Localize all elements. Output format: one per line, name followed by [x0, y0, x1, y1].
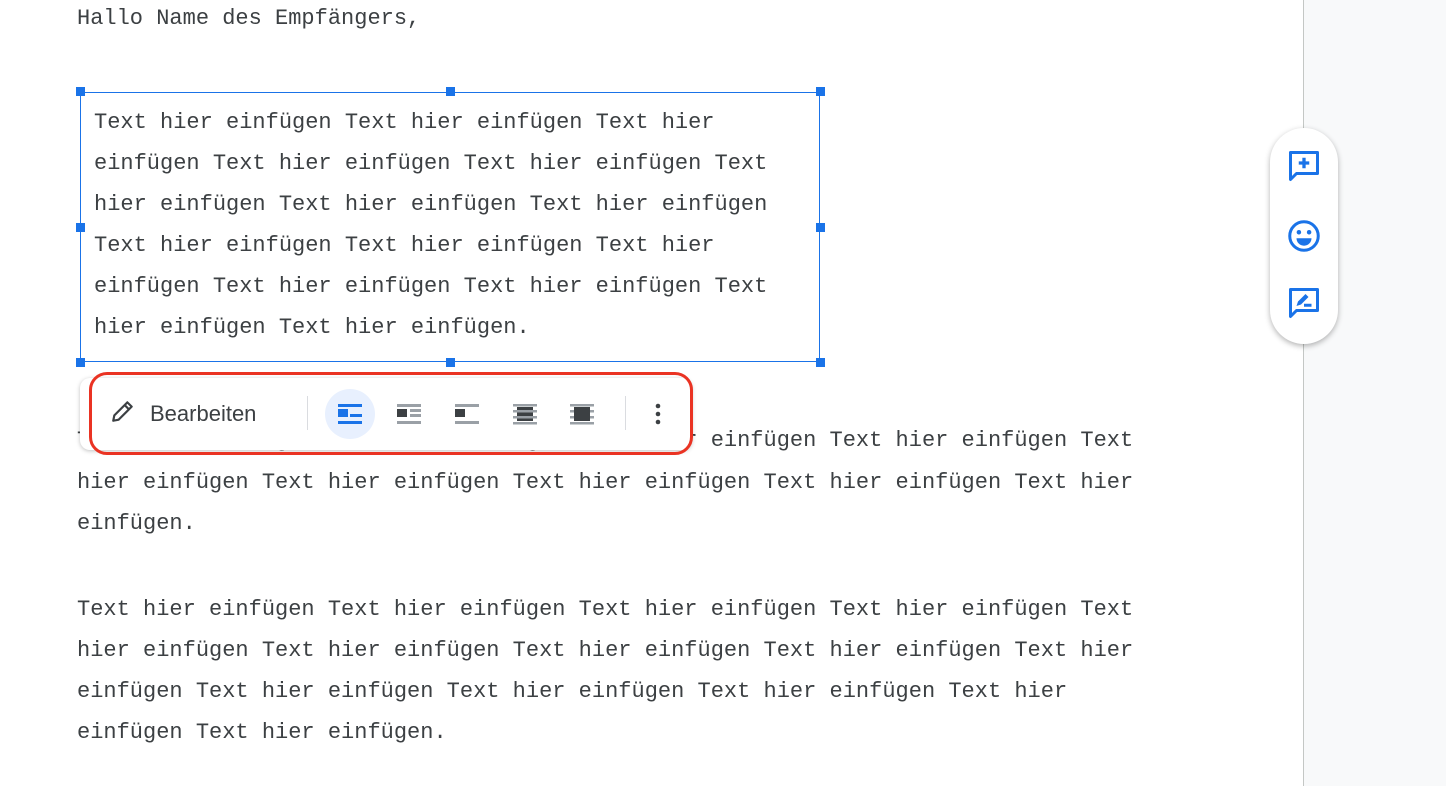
image-text-line: Text hier einfügen Text hier einfügen Te… [94, 233, 715, 258]
paragraph-line: einfügen Text hier einfügen. [77, 720, 447, 745]
suggest-edits-icon [1289, 288, 1319, 318]
image-text-line: Text hier einfügen Text hier einfügen Te… [94, 110, 715, 135]
image-text-line: einfügen Text hier einfügen Text hier ei… [94, 274, 768, 299]
paragraph-line: hier einfügen Text hier einfügen Text hi… [77, 638, 1134, 663]
resize-handle[interactable] [816, 358, 825, 367]
image-text-line: hier einfügen Text hier einfügen Text hi… [94, 192, 768, 217]
resize-handle[interactable] [76, 87, 85, 96]
greeting-line: Hallo Name des Empfängers, [77, 6, 421, 31]
emoji-reaction-icon [1288, 220, 1320, 252]
add-reaction-button[interactable] [1284, 216, 1324, 256]
resize-handle[interactable] [76, 358, 85, 367]
resize-handle[interactable] [816, 87, 825, 96]
paragraph-line: einfügen Text hier einfügen Text hier ei… [77, 679, 1068, 704]
highlight-annotation [89, 372, 693, 455]
resize-handle[interactable] [446, 87, 455, 96]
resize-handle[interactable] [446, 358, 455, 367]
paragraph-line: einfügen. [77, 511, 196, 536]
side-actions-bar [1270, 128, 1338, 344]
resize-handle[interactable] [816, 223, 825, 232]
paragraph-line: hier einfügen Text hier einfügen Text hi… [77, 470, 1134, 495]
image-text-line: hier einfügen Text hier einfügen. [94, 315, 530, 340]
right-margin-panel [1303, 0, 1446, 786]
add-comment-button[interactable] [1284, 146, 1324, 186]
add-comment-icon [1289, 151, 1319, 181]
image-text-line: einfügen Text hier einfügen Text hier ei… [94, 151, 768, 176]
selected-image[interactable]: Text hier einfügen Text hier einfügen Te… [80, 92, 820, 362]
paragraph-line: Text hier einfügen Text hier einfügen Te… [77, 597, 1134, 622]
document-page[interactable]: Hallo Name des Empfängers, Text hier ein… [0, 0, 1303, 786]
suggest-edits-button[interactable] [1284, 283, 1324, 323]
resize-handle[interactable] [76, 223, 85, 232]
